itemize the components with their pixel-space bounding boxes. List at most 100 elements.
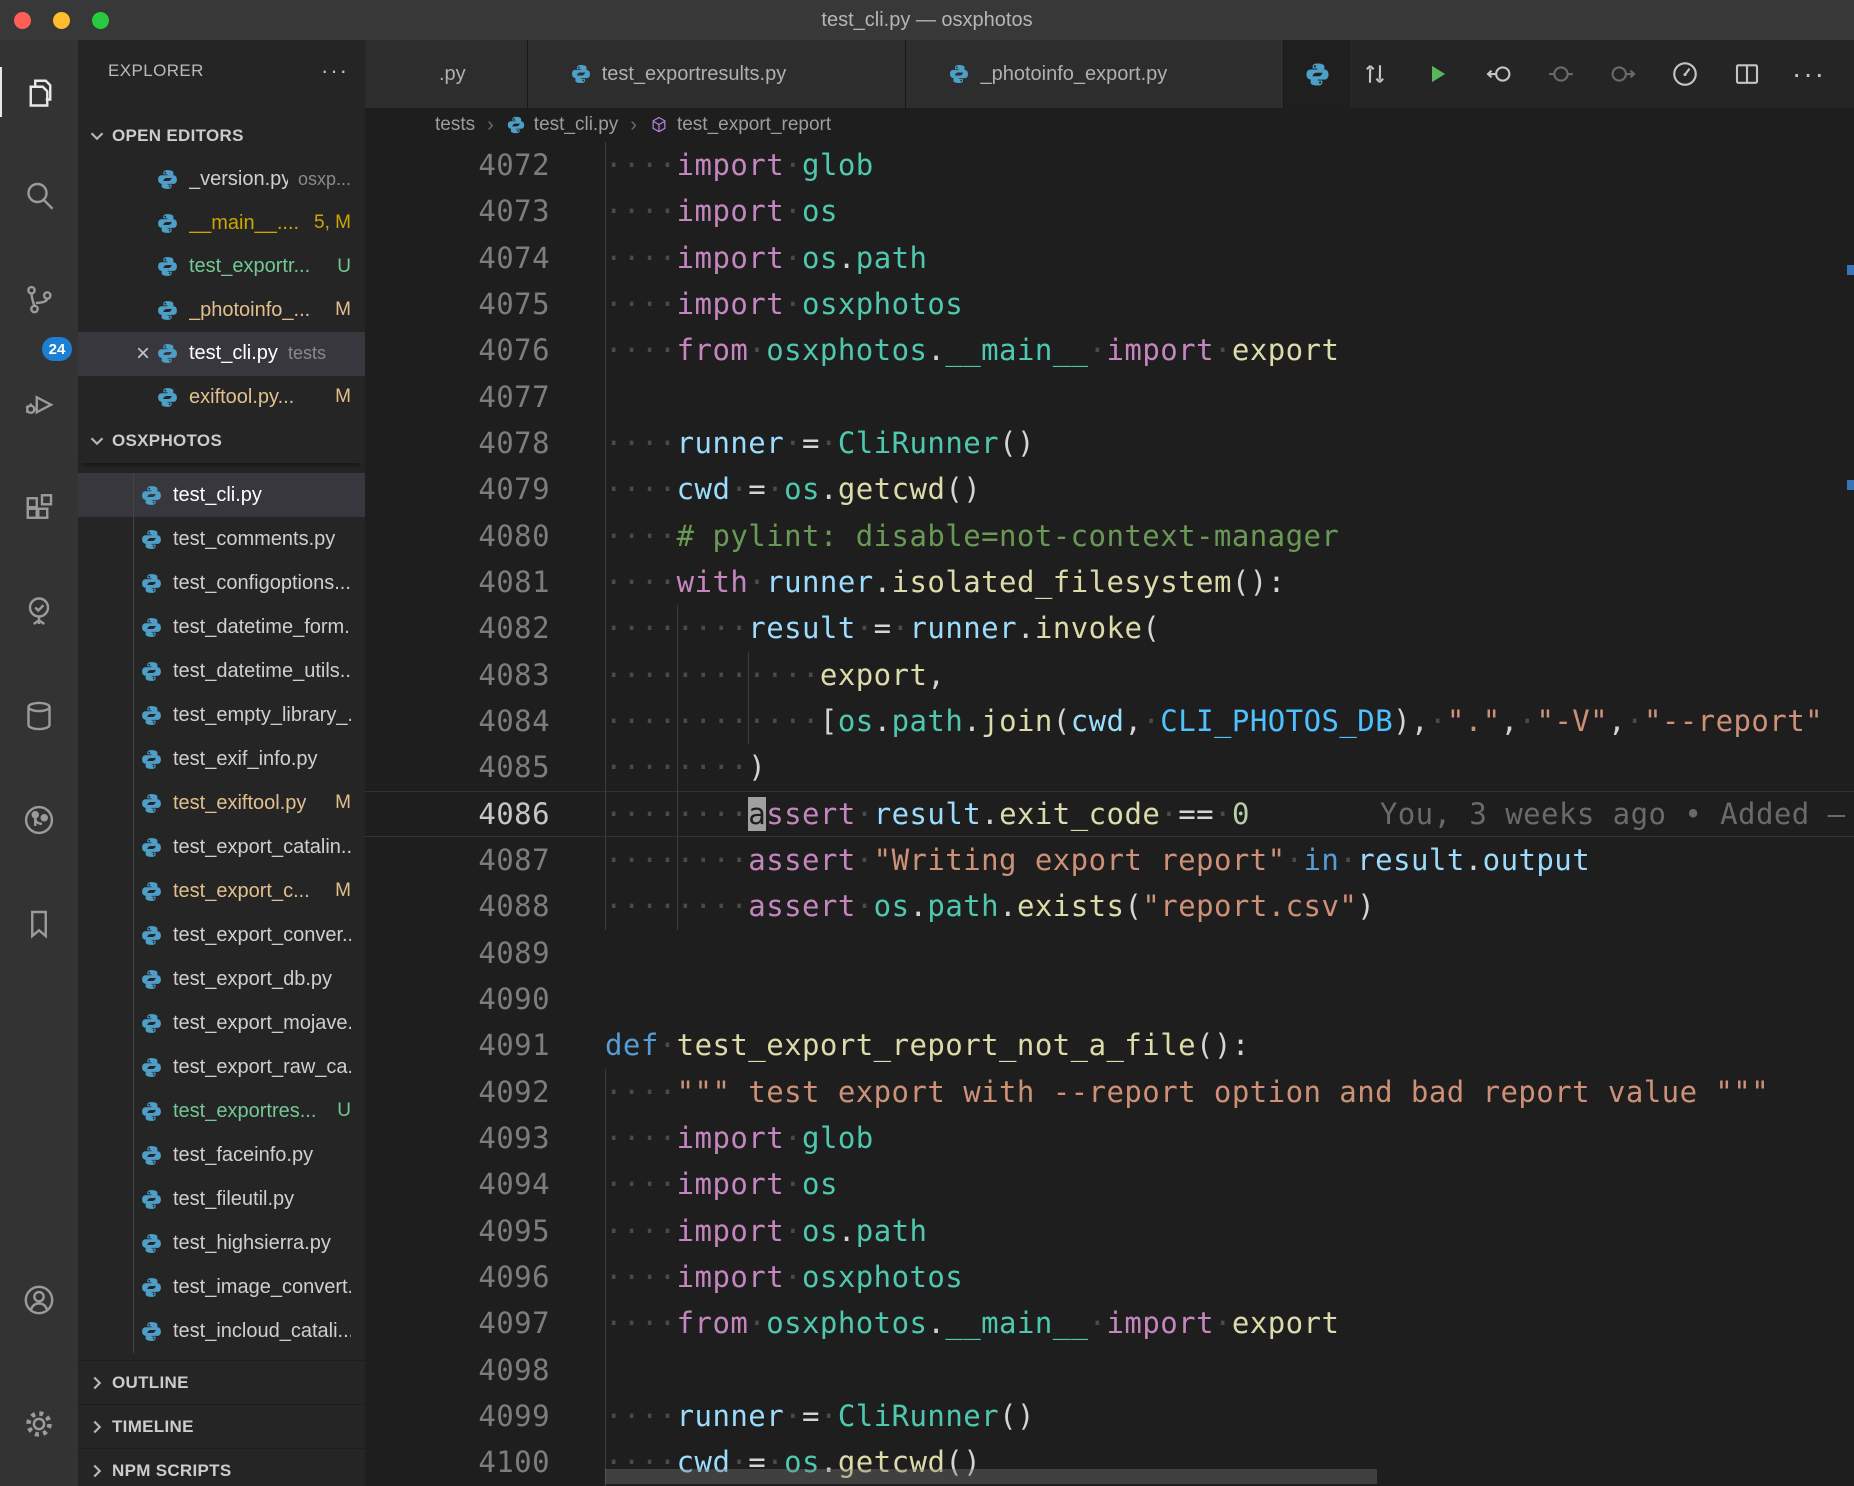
gitlens-icon[interactable] bbox=[0, 803, 78, 837]
more-actions-icon[interactable]: ··· bbox=[1792, 57, 1826, 91]
minimize-window-button[interactable] bbox=[53, 12, 70, 29]
tree-file-item[interactable]: test_datetime_utils.... bbox=[78, 649, 365, 693]
tree-check-icon[interactable] bbox=[0, 595, 78, 629]
gauge-icon[interactable] bbox=[1668, 57, 1702, 91]
tree-file-item[interactable]: test_exiftool.pyM bbox=[78, 781, 365, 825]
line-number[interactable]: 4100 bbox=[365, 1445, 550, 1479]
python-file-icon bbox=[140, 1320, 163, 1343]
database-icon[interactable] bbox=[0, 699, 78, 733]
tree-file-item[interactable]: test_incloud_catali... bbox=[78, 1309, 365, 1353]
line-number[interactable]: 4090 bbox=[365, 982, 550, 1016]
source-control-icon[interactable] bbox=[0, 283, 78, 317]
line-number[interactable]: 4087 bbox=[365, 843, 550, 877]
line-number[interactable]: 4089 bbox=[365, 936, 550, 970]
tree-file-item[interactable]: test_fileutil.py bbox=[78, 1177, 365, 1221]
tree-file-item[interactable]: test_export_db.py bbox=[78, 957, 365, 1001]
tab-test-exportresults[interactable]: test_exportresults.py bbox=[528, 40, 907, 108]
line-number[interactable]: 4078 bbox=[365, 426, 550, 460]
open-editor-item[interactable]: exiftool.py...M bbox=[78, 376, 365, 420]
split-editor-icon[interactable] bbox=[1730, 57, 1764, 91]
tree-file-item[interactable]: test_empty_library_... bbox=[78, 693, 365, 737]
line-number[interactable]: 4072 bbox=[365, 148, 550, 182]
open-changes-icon[interactable] bbox=[1358, 57, 1392, 91]
horizontal-scrollbar[interactable] bbox=[605, 1469, 1377, 1484]
line-number[interactable]: 4077 bbox=[365, 380, 550, 414]
next-change-icon[interactable] bbox=[1606, 57, 1640, 91]
run-python-file-icon[interactable] bbox=[1420, 57, 1454, 91]
extensions-icon[interactable] bbox=[0, 491, 78, 525]
search-icon[interactable] bbox=[0, 179, 78, 213]
python-interpreter-icon[interactable] bbox=[1284, 40, 1350, 108]
sidebar-section-timeline[interactable]: TIMELINE bbox=[78, 1404, 365, 1448]
tree-file-item[interactable]: test_exif_info.py bbox=[78, 737, 365, 781]
tree-file-item[interactable]: test_datetime_form... bbox=[78, 605, 365, 649]
file-name: _version.py bbox=[189, 168, 288, 191]
breadcrumb-item[interactable]: tests bbox=[435, 114, 475, 136]
line-number[interactable]: 4075 bbox=[365, 287, 550, 321]
scm-badge: 24 bbox=[42, 337, 72, 361]
line-number[interactable]: 4084 bbox=[365, 704, 550, 738]
line-number[interactable]: 4074 bbox=[365, 241, 550, 275]
tree-file-item[interactable]: test_export_mojave... bbox=[78, 1001, 365, 1045]
breadcrumb-item[interactable]: test_export_report bbox=[649, 114, 831, 136]
line-number[interactable]: 4081 bbox=[365, 565, 550, 599]
line-number[interactable]: 4086 bbox=[365, 797, 550, 831]
breadcrumb-item[interactable]: test_cli.py bbox=[506, 114, 618, 136]
tree-file-item[interactable]: test_export_raw_ca... bbox=[78, 1045, 365, 1089]
sidebar-section-outline[interactable]: OUTLINE bbox=[78, 1360, 365, 1404]
sidebar-more-actions-icon[interactable]: ··· bbox=[321, 58, 349, 84]
code-editor[interactable]: 4072····import·glob4073····import·os4074… bbox=[365, 142, 1854, 1486]
tree-file-item[interactable]: test_highsierra.py bbox=[78, 1221, 365, 1265]
settings-gear-icon[interactable] bbox=[0, 1407, 78, 1441]
open-editor-item[interactable]: _photoinfo_...M bbox=[78, 289, 365, 333]
file-name: test_export_raw_ca... bbox=[173, 1056, 351, 1079]
close-window-button[interactable] bbox=[14, 12, 31, 29]
line-number[interactable]: 4094 bbox=[365, 1167, 550, 1201]
line-number[interactable]: 4098 bbox=[365, 1353, 550, 1387]
line-number[interactable]: 4091 bbox=[365, 1028, 550, 1062]
tree-file-item[interactable]: test_faceinfo.py bbox=[78, 1133, 365, 1177]
sidebar-section-npm-scripts[interactable]: NPM SCRIPTS bbox=[78, 1448, 365, 1486]
tree-file-item[interactable]: test_image_convert... bbox=[78, 1265, 365, 1309]
open-editor-item[interactable]: ×test_cli.pytests bbox=[78, 332, 365, 376]
tree-file-item[interactable]: test_export_catalin... bbox=[78, 825, 365, 869]
line-number[interactable]: 4082 bbox=[365, 611, 550, 645]
previous-change-icon[interactable] bbox=[1482, 57, 1516, 91]
line-number[interactable]: 4085 bbox=[365, 750, 550, 784]
line-number[interactable]: 4080 bbox=[365, 519, 550, 553]
bookmarks-icon[interactable] bbox=[0, 907, 78, 941]
accounts-icon[interactable] bbox=[0, 1283, 78, 1317]
close-icon[interactable]: × bbox=[130, 340, 156, 368]
open-editors-header[interactable]: OPEN EDITORS bbox=[78, 114, 365, 158]
line-number[interactable]: 4079 bbox=[365, 472, 550, 506]
line-number[interactable]: 4083 bbox=[365, 658, 550, 692]
line-number[interactable]: 4096 bbox=[365, 1260, 550, 1294]
tree-file-item[interactable]: test_exportres...U bbox=[78, 1089, 365, 1133]
open-editor-item[interactable]: _version.pyosxp... bbox=[78, 158, 365, 202]
project-section-header[interactable]: OSXPHOTOS bbox=[78, 419, 365, 463]
line-number[interactable]: 4097 bbox=[365, 1306, 550, 1340]
tree-file-item[interactable]: test_cli.py bbox=[78, 473, 365, 517]
python-file-icon bbox=[506, 115, 526, 135]
code-text: ····import·glob bbox=[605, 148, 874, 182]
tree-file-item[interactable]: test_configoptions.... bbox=[78, 561, 365, 605]
line-number[interactable]: 4093 bbox=[365, 1121, 550, 1155]
tree-file-item[interactable]: test_export_conver... bbox=[78, 913, 365, 957]
line-number[interactable]: 4099 bbox=[365, 1399, 550, 1433]
tree-file-item[interactable]: test_comments.py bbox=[78, 517, 365, 561]
line-number[interactable]: 4092 bbox=[365, 1075, 550, 1109]
line-number[interactable]: 4076 bbox=[365, 333, 550, 367]
line-number[interactable]: 4095 bbox=[365, 1214, 550, 1248]
current-change-icon[interactable] bbox=[1544, 57, 1578, 91]
line-number[interactable]: 4088 bbox=[365, 889, 550, 923]
explorer-icon[interactable] bbox=[0, 75, 78, 109]
run-debug-icon[interactable] bbox=[0, 387, 78, 421]
window-title: test_cli.py — osxphotos bbox=[821, 9, 1032, 32]
zoom-window-button[interactable] bbox=[92, 12, 109, 29]
open-editor-item[interactable]: test_exportr...U bbox=[78, 245, 365, 289]
tab-partial[interactable]: .py bbox=[365, 40, 528, 108]
open-editor-item[interactable]: __main__....5, M bbox=[78, 202, 365, 246]
line-number[interactable]: 4073 bbox=[365, 194, 550, 228]
tab-photoinfo-export[interactable]: _photoinfo_export.py bbox=[906, 40, 1284, 108]
tree-file-item[interactable]: test_export_c...M bbox=[78, 869, 365, 913]
